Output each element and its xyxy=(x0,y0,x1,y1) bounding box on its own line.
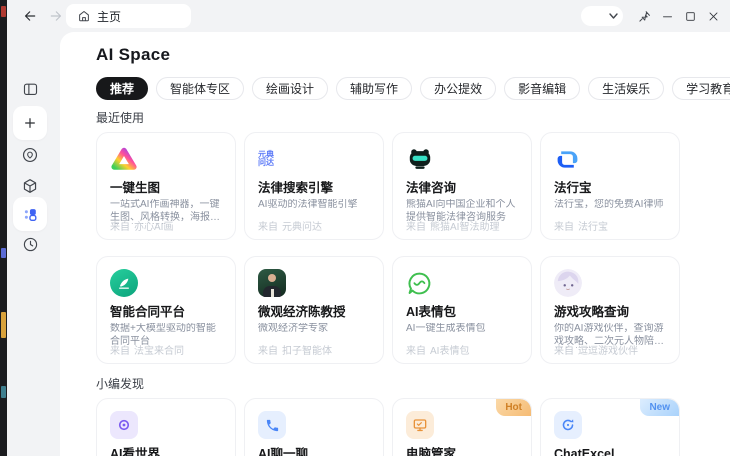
tab-learning-education[interactable]: 学习教育 xyxy=(672,77,730,100)
sidebar-panel-toggle-button[interactable] xyxy=(13,72,47,106)
app-card-game-guide[interactable]: 游戏攻略查询 你的AI游戏伙伴，查询游戏攻略、二次元人物陪你梦幻畅聊 来自逗逗游… xyxy=(540,256,680,364)
tab-media-editing[interactable]: 影音编辑 xyxy=(504,77,581,100)
app-card-title: 一键生图 xyxy=(110,181,161,195)
minimize-icon xyxy=(662,15,672,17)
close-button[interactable] xyxy=(702,5,724,27)
app-card-desc: 微观经济学专家 xyxy=(258,323,328,334)
app-card-ai-see-world[interactable]: AI看世界 xyxy=(96,398,236,456)
app-card-source: 来自 法行宝 xyxy=(554,222,608,233)
maximize-button[interactable] xyxy=(679,5,701,27)
pin-icon xyxy=(638,10,650,22)
app-card-source: 来自 元典问达 xyxy=(258,222,322,233)
sidebar-ai-space-button-active[interactable] xyxy=(13,197,47,231)
editor-picks-grid: AI看世界 AI聊一聊 Hot 电脑管家 New ChatExcel xyxy=(96,398,730,456)
profile-pill[interactable] xyxy=(581,6,623,26)
home-tab[interactable]: 主页 xyxy=(66,4,191,28)
back-button[interactable] xyxy=(21,7,39,25)
app-card-smart-contract[interactable]: 智能合同平台 数据+大模型驱动的智能合同平台 来自 法宝来合同 xyxy=(96,256,236,364)
app-card-source: 来自 熊猫AI智法助理 xyxy=(406,222,500,233)
main-content: AI Space 推荐 智能体专区 绘画设计 辅助写作 办公提效 影音编辑 生活… xyxy=(60,32,730,456)
titlebar: 主页 xyxy=(7,0,730,32)
pin-button[interactable] xyxy=(633,5,655,27)
app-card-source: 来自 扣子智能体 xyxy=(258,346,332,357)
app-card-title: AI看世界 xyxy=(110,447,161,456)
tab-drawing-design[interactable]: 绘画设计 xyxy=(252,77,329,100)
app-card-source: 来自 亦心AI画 xyxy=(110,222,174,233)
app-card-one-click-image[interactable]: 一键生图 一站式AI作画神器，一键生图、风格转换，海报编辑，轻松帮您… 来自亦心… xyxy=(96,132,236,240)
yuandian-wenda-logo-icon: 元典 问达 xyxy=(258,149,274,167)
back-arrow-icon xyxy=(24,11,36,21)
app-card-faxingbao[interactable]: 法行宝 法行宝，您的免费AI律师 来自 法行宝 xyxy=(540,132,680,240)
close-icon xyxy=(709,12,717,20)
app-card-legal-search-engine[interactable]: 元典 问达 法律搜索引擎 AI驱动的法律智能引擎 来自 元典问达 xyxy=(244,132,384,240)
panda-logo-icon xyxy=(406,145,436,173)
category-tabs: 推荐 智能体专区 绘画设计 辅助写作 办公提效 影音编辑 生活娱乐 学习教育 法… xyxy=(96,77,730,100)
app-card-chatexcel[interactable]: New ChatExcel xyxy=(540,398,680,456)
sidebar-history-button[interactable] xyxy=(13,227,47,261)
app-card-title: 电脑管家 xyxy=(406,447,457,456)
cube-icon xyxy=(23,179,37,193)
sidebar-explore-button[interactable] xyxy=(13,138,47,172)
plus-icon xyxy=(25,118,35,128)
tab-agents[interactable]: 智能体专区 xyxy=(156,77,245,100)
sidebar xyxy=(7,32,60,456)
anime-avatar-icon xyxy=(554,269,584,297)
app-card-economics-professor[interactable]: 微观经济陈教授 微观经济学专家 来自 扣子智能体 xyxy=(244,256,384,364)
app-card-title: 法律搜索引擎 xyxy=(258,181,334,195)
home-icon xyxy=(79,11,89,22)
hot-badge: Hot xyxy=(496,399,531,416)
sidebar-panel-icon xyxy=(23,83,37,95)
tab-life-entertainment[interactable]: 生活娱乐 xyxy=(588,77,665,100)
app-card-title: 法行宝 xyxy=(554,181,592,195)
section-label-recent: 最近使用 xyxy=(96,111,145,125)
app-card-title: AI聊一聊 xyxy=(258,447,309,456)
app-card-title: 智能合同平台 xyxy=(110,305,186,319)
recent-cards-grid: 一键生图 一站式AI作画神器，一键生图、风格转换，海报编辑，轻松帮您… 来自亦心… xyxy=(96,132,730,364)
blue-phone-icon xyxy=(258,411,288,439)
app-card-desc: AI一键生成表情包 xyxy=(406,323,486,334)
new-badge: New xyxy=(640,399,679,416)
minimize-button[interactable] xyxy=(656,5,678,27)
section-label-editor-picks: 小编发现 xyxy=(96,377,145,391)
tab-recommended[interactable]: 推荐 xyxy=(96,77,149,100)
tab-title: 主页 xyxy=(97,9,122,24)
faxingbao-logo-icon xyxy=(554,145,584,173)
app-card-source: 来自 AI表情包 xyxy=(406,346,470,357)
app-card-title: ChatExcel xyxy=(554,447,615,456)
forward-button[interactable] xyxy=(47,7,65,25)
background-window-edge xyxy=(0,0,7,456)
forward-arrow-icon xyxy=(50,11,62,21)
app-card-ai-stickers[interactable]: AI表情包 AI一键生成表情包 来自 AI表情包 xyxy=(392,256,532,364)
rainbow-triangle-icon xyxy=(110,145,140,173)
app-card-title: AI表情包 xyxy=(406,305,457,319)
clock-icon xyxy=(23,237,37,251)
new-tab-button[interactable] xyxy=(13,106,47,140)
page-title: AI Space xyxy=(96,45,171,64)
app-card-legal-consult[interactable]: 法律咨询 熊猫AI向中国企业和个人提供智能法律咨询服务 来自 熊猫AI智法助理 xyxy=(392,132,532,240)
app-card-source: 来自 逗逗游戏伙伴 xyxy=(554,346,638,357)
orange-monitor-icon xyxy=(406,411,436,439)
app-card-desc: 法行宝，您的免费AI律师 xyxy=(554,199,664,210)
green-contract-logo-icon xyxy=(110,269,140,297)
compass-pin-icon xyxy=(22,147,38,163)
blue-circular-arrow-icon xyxy=(554,411,584,439)
app-card-title: 游戏攻略查询 xyxy=(554,305,630,319)
maximize-icon xyxy=(685,11,695,21)
app-card-title: 微观经济陈教授 xyxy=(258,305,346,319)
app-card-source: 来自 法宝来合同 xyxy=(110,346,184,357)
tab-office-productivity[interactable]: 办公提效 xyxy=(420,77,497,100)
chevron-down-icon xyxy=(609,13,618,19)
app-card-pc-manager[interactable]: Hot 电脑管家 xyxy=(392,398,532,456)
professor-avatar-icon xyxy=(258,269,288,297)
purple-eye-icon xyxy=(110,411,140,439)
app-card-title: 法律咨询 xyxy=(406,181,457,195)
tab-writing-assist[interactable]: 辅助写作 xyxy=(336,77,413,100)
ai-space-grid-icon xyxy=(24,208,36,221)
sticker-bubble-logo-icon xyxy=(406,269,436,297)
app-card-ai-chat[interactable]: AI聊一聊 xyxy=(244,398,384,456)
app-card-desc: AI驱动的法律智能引擎 xyxy=(258,199,358,210)
